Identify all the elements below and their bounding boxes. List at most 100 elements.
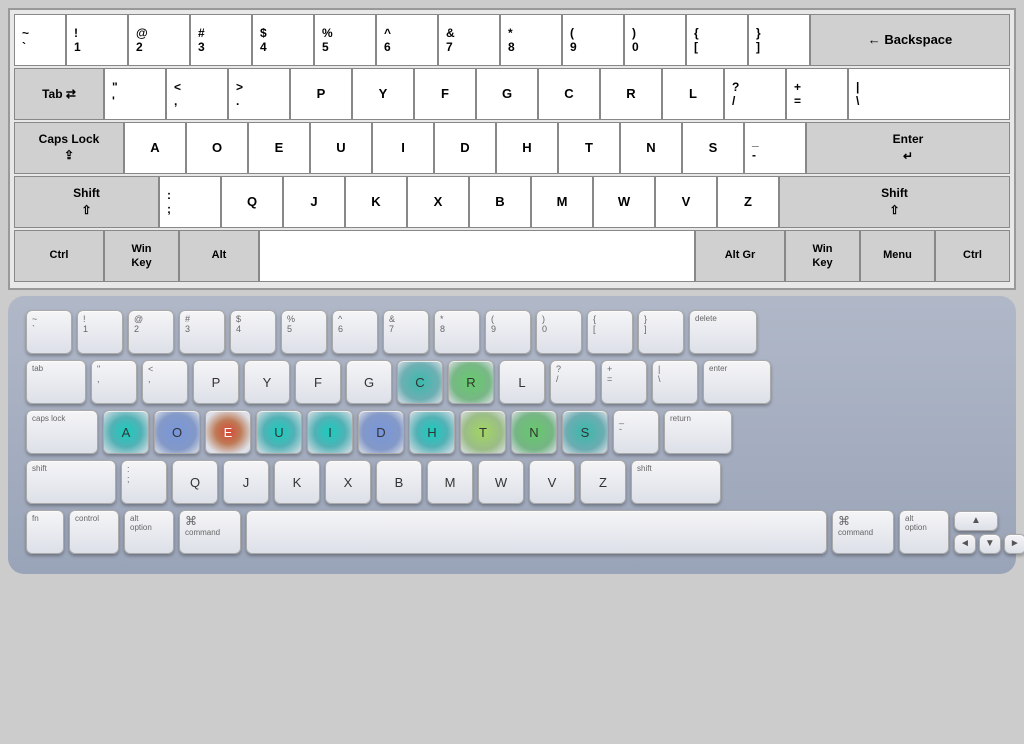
mac-key-plus[interactable]: +=	[601, 360, 647, 404]
key-l[interactable]: L	[662, 68, 724, 120]
key-t[interactable]: T	[558, 122, 620, 174]
key-n[interactable]: N	[620, 122, 682, 174]
mac-key-f[interactable]: F	[295, 360, 341, 404]
key-q[interactable]: Q	[221, 176, 283, 228]
key-semicolon[interactable]: :;	[159, 176, 221, 228]
key-backspace[interactable]: ← Backspace	[810, 14, 1010, 66]
mac-key-3[interactable]: #3	[179, 310, 225, 354]
key-4[interactable]: $4	[252, 14, 314, 66]
mac-key-0[interactable]: )0	[536, 310, 582, 354]
mac-key-y[interactable]: Y	[244, 360, 290, 404]
key-k[interactable]: K	[345, 176, 407, 228]
key-left-bracket[interactable]: {[	[686, 14, 748, 66]
mac-key-h[interactable]: H	[409, 410, 455, 454]
key-h[interactable]: H	[496, 122, 558, 174]
key-y[interactable]: Y	[352, 68, 414, 120]
mac-key-control[interactable]: control	[69, 510, 119, 554]
key-slash[interactable]: ?/	[724, 68, 786, 120]
mac-key-option-right[interactable]: altoption	[899, 510, 949, 554]
mac-key-semicolon[interactable]: :;	[121, 460, 167, 504]
key-tilde[interactable]: ~`	[14, 14, 66, 66]
key-a[interactable]: A	[124, 122, 186, 174]
mac-key-5[interactable]: %5	[281, 310, 327, 354]
mac-key-slash[interactable]: ?/	[550, 360, 596, 404]
mac-key-caps-lock[interactable]: caps lock	[26, 410, 98, 454]
key-u[interactable]: U	[310, 122, 372, 174]
key-8[interactable]: *8	[500, 14, 562, 66]
key-m[interactable]: M	[531, 176, 593, 228]
key-ctrl-left[interactable]: Ctrl	[14, 230, 104, 282]
key-right-bracket[interactable]: }]	[748, 14, 810, 66]
key-o[interactable]: O	[186, 122, 248, 174]
mac-key-fn[interactable]: fn	[26, 510, 64, 554]
mac-key-v[interactable]: V	[529, 460, 575, 504]
key-p[interactable]: P	[290, 68, 352, 120]
mac-key-right[interactable]: ►	[1004, 534, 1024, 554]
key-win-right[interactable]: WinKey	[785, 230, 860, 282]
mac-key-quote[interactable]: ",	[91, 360, 137, 404]
mac-key-e[interactable]: E	[205, 410, 251, 454]
mac-key-1[interactable]: !1	[77, 310, 123, 354]
mac-key-l[interactable]: L	[499, 360, 545, 404]
key-win-left[interactable]: WinKey	[104, 230, 179, 282]
mac-key-a[interactable]: A	[103, 410, 149, 454]
key-equals[interactable]: +=	[786, 68, 848, 120]
mac-key-6[interactable]: ^6	[332, 310, 378, 354]
key-dvorak-period[interactable]: >.	[228, 68, 290, 120]
key-caps-lock[interactable]: Caps Lock⇪	[14, 122, 124, 174]
key-2[interactable]: @2	[128, 14, 190, 66]
key-c[interactable]: C	[538, 68, 600, 120]
key-d[interactable]: D	[434, 122, 496, 174]
mac-key-shift-right[interactable]: shift	[631, 460, 721, 504]
mac-key-tab[interactable]: tab	[26, 360, 86, 404]
mac-key-m[interactable]: M	[427, 460, 473, 504]
key-dvorak-quote[interactable]: "'	[104, 68, 166, 120]
key-z[interactable]: Z	[717, 176, 779, 228]
key-backslash[interactable]: |\	[848, 68, 1010, 120]
mac-key-q[interactable]: Q	[172, 460, 218, 504]
mac-key-shift-left[interactable]: shift	[26, 460, 116, 504]
key-g[interactable]: G	[476, 68, 538, 120]
mac-key-z[interactable]: Z	[580, 460, 626, 504]
key-5[interactable]: %5	[314, 14, 376, 66]
key-w[interactable]: W	[593, 176, 655, 228]
key-menu[interactable]: Menu	[860, 230, 935, 282]
key-f[interactable]: F	[414, 68, 476, 120]
key-s[interactable]: S	[682, 122, 744, 174]
mac-key-b[interactable]: B	[376, 460, 422, 504]
key-minus[interactable]: _-	[744, 122, 806, 174]
key-v[interactable]: V	[655, 176, 717, 228]
key-7[interactable]: &7	[438, 14, 500, 66]
key-x[interactable]: X	[407, 176, 469, 228]
mac-key-pipe[interactable]: |\	[652, 360, 698, 404]
mac-key-u[interactable]: U	[256, 410, 302, 454]
key-r[interactable]: R	[600, 68, 662, 120]
key-b[interactable]: B	[469, 176, 531, 228]
key-enter[interactable]: Enter↵	[806, 122, 1010, 174]
mac-key-lb[interactable]: {[	[587, 310, 633, 354]
mac-key-d[interactable]: D	[358, 410, 404, 454]
key-spacebar[interactable]	[259, 230, 695, 282]
mac-key-rb[interactable]: }]	[638, 310, 684, 354]
mac-key-dash[interactable]: _-	[613, 410, 659, 454]
key-1[interactable]: !1	[66, 14, 128, 66]
key-alt-left[interactable]: Alt	[179, 230, 259, 282]
key-e[interactable]: E	[248, 122, 310, 174]
mac-key-command-right[interactable]: ⌘command	[832, 510, 894, 554]
mac-key-j[interactable]: J	[223, 460, 269, 504]
key-i[interactable]: I	[372, 122, 434, 174]
mac-key-7[interactable]: &7	[383, 310, 429, 354]
mac-key-option-left[interactable]: altoption	[124, 510, 174, 554]
key-tab[interactable]: Tab ⇄	[14, 68, 104, 120]
mac-key-enter[interactable]: enter	[703, 360, 771, 404]
mac-key-o[interactable]: O	[154, 410, 200, 454]
mac-key-k[interactable]: K	[274, 460, 320, 504]
key-j[interactable]: J	[283, 176, 345, 228]
key-9[interactable]: (9	[562, 14, 624, 66]
mac-key-c[interactable]: C	[397, 360, 443, 404]
mac-key-down[interactable]: ▼	[979, 534, 1001, 554]
key-ctrl-right[interactable]: Ctrl	[935, 230, 1010, 282]
key-shift-right[interactable]: Shift⇧	[779, 176, 1010, 228]
mac-key-t[interactable]: T	[460, 410, 506, 454]
mac-key-angle[interactable]: <,	[142, 360, 188, 404]
